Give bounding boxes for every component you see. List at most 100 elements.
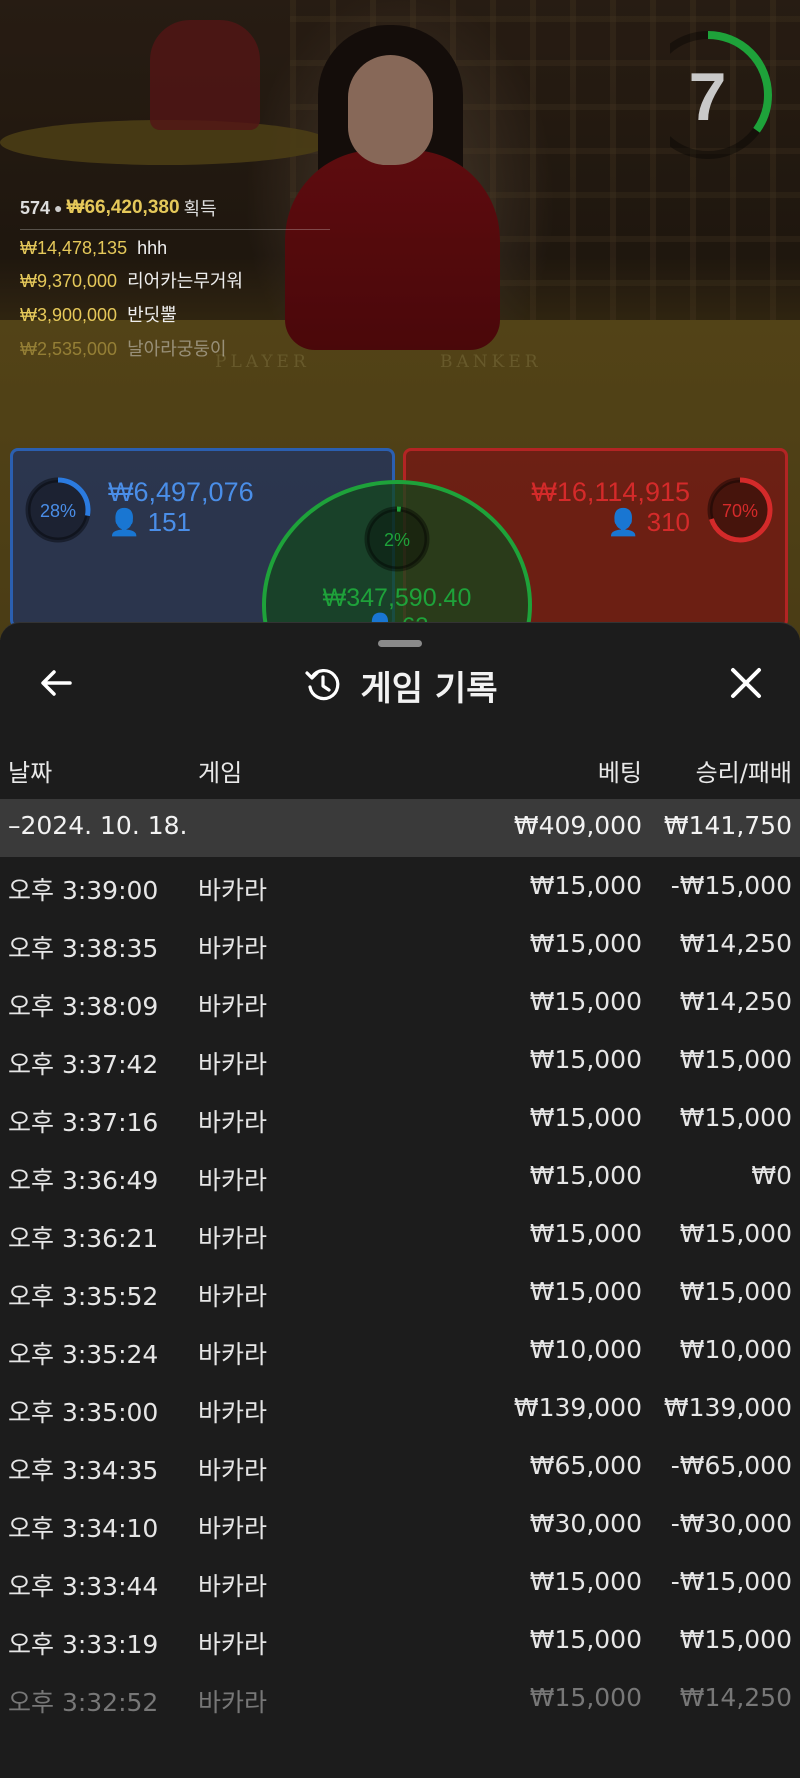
winner-name: 반딧뿔: [127, 305, 177, 325]
row-bet: ₩15,000: [529, 871, 642, 900]
history-row[interactable]: 오후 3:38:09 바카라 ₩15,000 ₩14,250: [0, 973, 800, 1031]
history-row[interactable]: 오후 3:39:00 바카라 ₩15,000 -₩15,000: [0, 857, 800, 915]
row-bet: ₩10,000: [529, 1335, 642, 1364]
row-result: -₩65,000: [670, 1451, 792, 1480]
history-row[interactable]: 오후 3:35:24 바카라 ₩10,000 ₩10,000: [0, 1321, 800, 1379]
winners-list: 574 ● ₩66,420,380 획득 ₩14,478,135 hhh ₩9,3…: [20, 195, 330, 361]
row-bet: ₩15,000: [529, 1683, 642, 1712]
row-time: 오후 3:33:44: [8, 1572, 159, 1601]
row-game: 바카라: [198, 1514, 268, 1543]
row-game: 바카라: [198, 1108, 268, 1137]
row-result: ₩15,000: [679, 1625, 792, 1654]
row-bet: ₩15,000: [529, 929, 642, 958]
banker-count: 👤 310: [607, 507, 690, 538]
row-result: ₩14,250: [679, 1683, 792, 1712]
history-row[interactable]: 오후 3:34:10 바카라 ₩30,000 -₩30,000: [0, 1495, 800, 1553]
history-column-headers: 날짜 게임 베팅 승리/패배: [0, 753, 800, 793]
row-time: 오후 3:34:10: [8, 1514, 159, 1543]
sheet-title: 게임 기록: [360, 668, 498, 709]
person-icon: 👤: [607, 507, 640, 537]
row-time: 오후 3:38:09: [8, 992, 159, 1021]
winner-row: ₩3,900,000 반딧뿔: [20, 301, 330, 327]
row-bet: ₩15,000: [529, 1045, 642, 1074]
history-row[interactable]: 오후 3:35:52 바카라 ₩15,000 ₩15,000: [0, 1263, 800, 1321]
winner-amount: ₩14,478,135: [20, 238, 128, 258]
date-group-label: –2024. 10. 18.: [8, 811, 188, 840]
row-result: ₩10,000: [679, 1335, 792, 1364]
history-row[interactable]: 오후 3:34:35 바카라 ₩65,000 -₩65,000: [0, 1437, 800, 1495]
row-bet: ₩139,000: [513, 1393, 642, 1422]
player-count: 👤 151: [108, 507, 191, 538]
column-date[interactable]: 날짜: [8, 753, 52, 788]
history-rows: 오후 3:39:00 바카라 ₩15,000 -₩15,000 오후 3:38:35 바카…: [0, 857, 800, 1727]
history-row[interactable]: 오후 3:37:16 바카라 ₩15,000 ₩15,000: [0, 1089, 800, 1147]
row-game: 바카라: [198, 1456, 268, 1485]
banker-amount: ₩16,114,915: [531, 477, 690, 507]
column-game[interactable]: 게임: [198, 753, 242, 788]
winner-amount: ₩3,900,000: [20, 305, 118, 325]
live-video: PLAYER BANKER 7 574 ● ₩66,420,380 획득 ₩14…: [0, 0, 800, 640]
person-icon: ●: [54, 200, 63, 216]
row-result: ₩15,000: [679, 1045, 792, 1074]
row-result: -₩15,000: [670, 1567, 792, 1596]
history-row[interactable]: 오후 3:38:35 바카라 ₩15,000 ₩14,250: [0, 915, 800, 973]
row-result: -₩15,000: [670, 871, 792, 900]
close-button[interactable]: [726, 663, 766, 703]
timer-value: 7: [688, 59, 727, 135]
row-game: 바카라: [198, 1166, 268, 1195]
column-bet[interactable]: 베팅: [598, 753, 642, 788]
history-row[interactable]: 오후 3:33:44 바카라 ₩15,000 -₩15,000: [0, 1553, 800, 1611]
winner-row: ₩2,535,000 날아라궁둥이: [20, 335, 330, 361]
row-bet: ₩15,000: [529, 1161, 642, 1190]
date-group-row[interactable]: –2024. 10. 18. ₩409,000 ₩141,750: [0, 799, 800, 857]
player-amount: ₩6,497,076: [108, 477, 254, 507]
winner-name: hhh: [137, 238, 168, 258]
winners-header: 574 ● ₩66,420,380 획득: [20, 195, 330, 230]
row-time: 오후 3:37:42: [8, 1050, 159, 1079]
history-row[interactable]: 오후 3:36:49 바카라 ₩15,000 ₩0: [0, 1147, 800, 1205]
history-row[interactable]: 오후 3:36:21 바카라 ₩15,000 ₩15,000: [0, 1205, 800, 1263]
history-row[interactable]: 오후 3:33:19 바카라 ₩15,000 ₩15,000: [0, 1611, 800, 1669]
row-result: ₩0: [751, 1161, 792, 1190]
row-game: 바카라: [198, 1572, 268, 1601]
row-time: 오후 3:32:52: [8, 1688, 159, 1717]
countdown-timer: 7: [644, 28, 774, 162]
row-bet: ₩15,000: [529, 1567, 642, 1596]
history-row[interactable]: 오후 3:35:00 바카라 ₩139,000 ₩139,000: [0, 1379, 800, 1437]
row-result: ₩14,250: [679, 929, 792, 958]
winner-row: ₩9,370,000 리어카는무거워: [20, 267, 330, 293]
row-result: ₩15,000: [679, 1277, 792, 1306]
tie-amount: ₩347,590.40: [322, 584, 472, 612]
row-game: 바카라: [198, 1340, 268, 1369]
winner-amount: ₩9,370,000: [20, 271, 118, 291]
winner-amount: ₩2,535,000: [20, 339, 118, 359]
row-time: 오후 3:35:24: [8, 1340, 159, 1369]
tie-pct: 2%: [383, 530, 410, 550]
winner-row: ₩14,478,135 hhh: [20, 238, 330, 259]
banker-count-value: 310: [646, 507, 690, 537]
date-group-bet: ₩409,000: [513, 811, 642, 840]
history-icon: [304, 669, 339, 701]
person-icon: 👤: [108, 507, 141, 537]
row-time: 오후 3:36:49: [8, 1166, 159, 1195]
row-time: 오후 3:35:00: [8, 1398, 159, 1427]
row-result: ₩15,000: [679, 1219, 792, 1248]
row-game: 바카라: [198, 1224, 268, 1253]
row-time: 오후 3:36:21: [8, 1224, 159, 1253]
row-game: 바카라: [198, 876, 268, 905]
history-row[interactable]: 오후 3:32:52 바카라 ₩15,000 ₩14,250: [0, 1669, 800, 1727]
row-time: 오후 3:39:00: [8, 876, 159, 905]
row-result: ₩139,000: [663, 1393, 792, 1422]
sheet-header: 게임 기록: [0, 661, 800, 709]
row-bet: ₩15,000: [529, 1277, 642, 1306]
row-time: 오후 3:35:52: [8, 1282, 159, 1311]
row-game: 바카라: [198, 1688, 268, 1717]
row-bet: ₩30,000: [529, 1509, 642, 1538]
row-game: 바카라: [198, 1050, 268, 1079]
sheet-drag-handle[interactable]: [378, 640, 422, 647]
column-result[interactable]: 승리/패배: [696, 753, 792, 788]
player-count-value: 151: [147, 507, 191, 537]
date-group-result: ₩141,750: [663, 811, 792, 840]
history-row[interactable]: 오후 3:37:42 바카라 ₩15,000 ₩15,000: [0, 1031, 800, 1089]
close-icon: [731, 668, 761, 698]
